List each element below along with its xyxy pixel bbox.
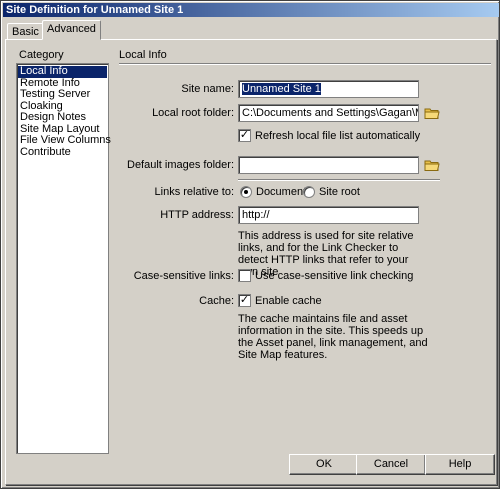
case-sensitive-label: Case-sensitive links:	[133, 270, 234, 282]
local-root-folder-input[interactable]: C:\Documents and Settings\Gagan\My Dc	[238, 104, 419, 122]
http-address-input[interactable]: http://	[238, 206, 419, 224]
site-name-label: Site name:	[181, 83, 234, 95]
tab-advanced[interactable]: Advanced	[42, 20, 101, 40]
category-item-testing-server[interactable]: Testing Server	[18, 88, 107, 101]
default-images-folder-input[interactable]	[238, 156, 419, 174]
category-item-local-info[interactable]: Local Info	[18, 65, 107, 78]
radio-site-root[interactable]	[303, 186, 315, 198]
radio-site-root-label: Site root	[319, 186, 360, 198]
default-images-folder-label: Default images folder:	[127, 159, 234, 171]
enable-cache-label: Enable cache	[255, 295, 322, 307]
tab-basic[interactable]: Basic	[7, 23, 44, 39]
links-relative-label: Links relative to:	[154, 186, 234, 198]
refresh-label: Refresh local file list automatically	[255, 130, 421, 142]
site-name-input[interactable]: Unnamed Site 1	[238, 80, 419, 98]
help-button[interactable]: Help	[425, 454, 495, 475]
category-item-file-view-columns[interactable]: File View Columns	[18, 134, 111, 147]
refresh-checkbox[interactable]: ✓	[238, 129, 251, 142]
enable-cache-checkbox[interactable]: ✓	[238, 294, 251, 307]
case-sensitive-checkbox[interactable]	[238, 269, 251, 282]
cancel-button[interactable]: Cancel	[356, 454, 426, 475]
heading-divider	[119, 63, 491, 65]
title-bar: Site Definition for Unnamed Site 1	[3, 3, 499, 17]
radio-document-label: Document	[256, 186, 307, 198]
folder-icon[interactable]	[424, 158, 440, 172]
cache-note: The cache maintains file and asset infor…	[238, 313, 428, 361]
radio-document[interactable]	[240, 186, 252, 198]
folder-icon[interactable]	[424, 106, 440, 120]
case-sensitive-checkbox-label: Use case-sensitive link checking	[255, 270, 414, 282]
category-item-contribute[interactable]: Contribute	[18, 146, 107, 159]
site-definition-dialog: Site Definition for Unnamed Site 1 Basic…	[0, 0, 500, 489]
local-root-folder-label: Local root folder:	[152, 107, 234, 119]
section-divider	[238, 179, 440, 181]
ok-button[interactable]: OK	[289, 454, 359, 475]
site-name-value: Unnamed Site 1	[242, 83, 321, 95]
panel-heading: Local Info	[119, 49, 167, 61]
category-list[interactable]: Local Info Remote Info Testing Server Cl…	[16, 63, 111, 454]
category-heading: Category	[19, 49, 64, 61]
category-item-design-notes[interactable]: Design Notes	[18, 111, 107, 124]
cache-label: Cache:	[199, 295, 234, 307]
http-address-label: HTTP address:	[160, 209, 234, 221]
